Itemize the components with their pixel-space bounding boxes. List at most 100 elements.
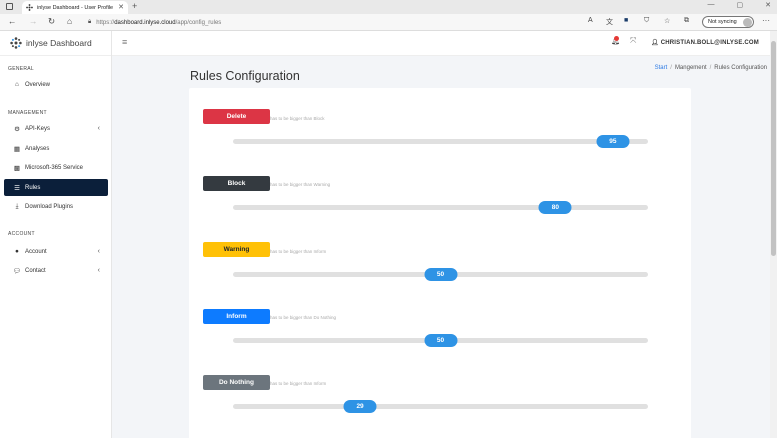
chevron-left-icon: ‹ xyxy=(97,125,100,132)
comment-icon: 💬︎ xyxy=(12,267,22,275)
rule-slider-track[interactable]: 50 xyxy=(233,334,648,347)
sidebar: inlyse Dashboard GENERAL ⌂ Overview MANA… xyxy=(0,31,112,438)
minimize-icon[interactable]: — xyxy=(708,1,715,9)
sidebar-item-overview[interactable]: ⌂ Overview xyxy=(4,76,108,93)
rule-hint: has to be bigger than Warning xyxy=(270,182,331,187)
url-field[interactable]: 🔒︎ https://dashboard.inlyse.cloud/app/co… xyxy=(88,16,588,29)
notifications-icon[interactable]: 🔔︎ xyxy=(611,36,620,45)
sidebar-item-rules[interactable]: ☰ Rules xyxy=(4,179,108,196)
list-icon: ☰ xyxy=(14,184,20,192)
section-title-general: GENERAL xyxy=(8,66,34,72)
sidebar-item-microsoft-365[interactable]: ▩ Microsoft-365 Service xyxy=(4,159,108,176)
new-tab-icon[interactable]: + xyxy=(132,1,137,11)
breadcrumb-start[interactable]: Start xyxy=(655,65,668,71)
sync-label: Not syncing xyxy=(708,19,737,25)
tab-actions-icon[interactable] xyxy=(6,3,13,10)
profile-sync-button[interactable]: Not syncing xyxy=(702,16,754,28)
section-title-account: ACCOUNT xyxy=(8,231,35,237)
breadcrumb: Start / Mangement / Rules Configuration xyxy=(655,65,767,71)
sidebar-item-contact[interactable]: 💬︎ Contact ‹ xyxy=(4,262,108,279)
read-aloud-icon[interactable]: A xyxy=(588,17,593,24)
inlyse-logo-icon xyxy=(10,37,22,49)
sidebar-item-label: Download Plugins xyxy=(25,203,74,210)
slider-thumb[interactable]: 29 xyxy=(343,400,377,413)
sidebar-item-label: Overview xyxy=(25,81,51,88)
rule-badge: Inform xyxy=(203,309,270,324)
scrollbar-thumb[interactable] xyxy=(771,41,776,256)
slider-thumb[interactable]: 95 xyxy=(596,135,630,148)
sidebar-item-label: Microsoft-365 Service xyxy=(25,164,84,171)
sidebar-item-download-plugins[interactable]: ⤓ Download Plugins xyxy=(4,198,108,215)
rule-hint: has to be bigger than Do Nothing xyxy=(270,315,337,320)
sidebar-item-api-keys[interactable]: ⚙ API-Keys ‹ xyxy=(4,120,108,137)
slider-thumb[interactable]: 80 xyxy=(538,201,572,214)
sidebar-item-analyses[interactable]: ▦ Analyses xyxy=(4,140,108,157)
url-path: /app/config_rules xyxy=(175,19,222,26)
brand-name: inlyse Dashboard xyxy=(26,38,92,48)
refresh-icon[interactable]: ↻ xyxy=(48,16,55,27)
translate-icon[interactable]: 文 xyxy=(606,17,613,27)
sidebar-item-label: Rules xyxy=(25,184,41,191)
collections-icon[interactable]: ⧉ xyxy=(684,17,689,25)
extension-icon[interactable]: ■ xyxy=(624,17,628,24)
tab-title: inlyse Dashboard - User Profile xyxy=(37,4,114,11)
main-content: Rules Configuration Start / Mangement / Rule… xyxy=(112,56,770,438)
slider-thumb[interactable]: 50 xyxy=(424,268,457,281)
rule-badge: Warning xyxy=(203,242,270,257)
menu-toggle-icon[interactable]: ≡ xyxy=(122,37,127,47)
rule-badge: Delete xyxy=(203,109,270,124)
section-title-management: MANAGEMENT xyxy=(8,110,47,116)
windows-icon: ▩ xyxy=(13,164,21,172)
shield-extension-icon[interactable]: ⛉ xyxy=(644,17,649,25)
brand[interactable]: inlyse Dashboard xyxy=(0,31,111,56)
more-menu-icon[interactable]: ··· xyxy=(762,16,770,25)
cogs-icon: ⚙ xyxy=(14,125,20,133)
rule-slider-track[interactable]: 95 xyxy=(233,135,648,148)
lock-icon: 🔒︎ xyxy=(88,19,92,25)
address-bar: ← → ↻ ⌂ 🔒︎ https://dashboard.inlyse.clou… xyxy=(0,14,777,31)
chevron-left-icon: ‹ xyxy=(97,267,100,274)
rule-hint: has to be bigger than Inform xyxy=(270,381,327,386)
page-scrollbar[interactable] xyxy=(770,31,777,438)
forward-icon[interactable]: → xyxy=(29,16,38,26)
sidebar-item-label: Contact xyxy=(25,267,46,274)
notification-badge xyxy=(614,36,619,41)
page-title: Rules Configuration xyxy=(190,69,300,83)
rule-slider-track[interactable]: 29 xyxy=(233,400,648,413)
top-bar: ≡ 🔔︎ ⤧ 👤︎ CHRISTIAN.BOLL@INLYSE.COM xyxy=(112,31,770,56)
sidebar-item-label: Analyses xyxy=(25,145,50,152)
download-icon: ⤓ xyxy=(15,202,19,210)
browser-tab[interactable]: inlyse Dashboard - User Profile ✕ xyxy=(22,1,128,14)
breadcrumb-middle: Mangement xyxy=(674,65,707,71)
breadcrumb-current: Rules Configuration xyxy=(714,65,767,71)
sidebar-item-label: API-Keys xyxy=(25,125,51,132)
restore-icon[interactable]: ▢ xyxy=(737,1,744,9)
url-prefix: https:// xyxy=(96,19,115,26)
home-icon[interactable]: ⌂ xyxy=(67,16,72,26)
window-close-icon[interactable]: ✕ xyxy=(765,1,771,9)
sidebar-item-account[interactable]: ● Account ‹ xyxy=(4,243,108,260)
rules-card: Delete has to be bigger than Block 95 Bl… xyxy=(189,88,691,438)
chevron-left-icon: ‹ xyxy=(97,248,100,255)
back-icon[interactable]: ← xyxy=(8,16,17,26)
rule-badge: Block xyxy=(203,176,270,191)
rule-slider-track[interactable]: 80 xyxy=(233,201,648,214)
close-tab-icon[interactable]: ✕ xyxy=(118,3,124,11)
rule-slider-track[interactable]: 50 xyxy=(233,268,648,281)
browser-title-bar: inlyse Dashboard - User Profile ✕ + — ▢ … xyxy=(0,0,777,14)
user-icon: 👤︎ xyxy=(651,40,661,46)
breadcrumb-separator: / xyxy=(709,65,712,71)
table-icon: ▦ xyxy=(13,145,21,153)
slider-thumb[interactable]: 50 xyxy=(424,334,457,347)
rule-hint: has to be bigger than Block xyxy=(270,116,325,121)
favorites-icon[interactable]: ☆ xyxy=(664,17,670,25)
url-host: dashboard.inlyse.cloud xyxy=(114,19,176,26)
sidebar-item-label: Account xyxy=(25,248,47,255)
home-icon: ⌂ xyxy=(15,81,19,88)
inlyse-favicon-icon xyxy=(26,4,33,11)
profile-avatar xyxy=(743,18,752,27)
user-email: CHRISTIAN.BOLL@INLYSE.COM xyxy=(660,40,759,46)
rule-badge: Do Nothing xyxy=(203,375,270,390)
fullscreen-icon[interactable]: ⤧ xyxy=(630,36,636,46)
user-menu[interactable]: 👤︎ CHRISTIAN.BOLL@INLYSE.COM xyxy=(651,39,759,46)
